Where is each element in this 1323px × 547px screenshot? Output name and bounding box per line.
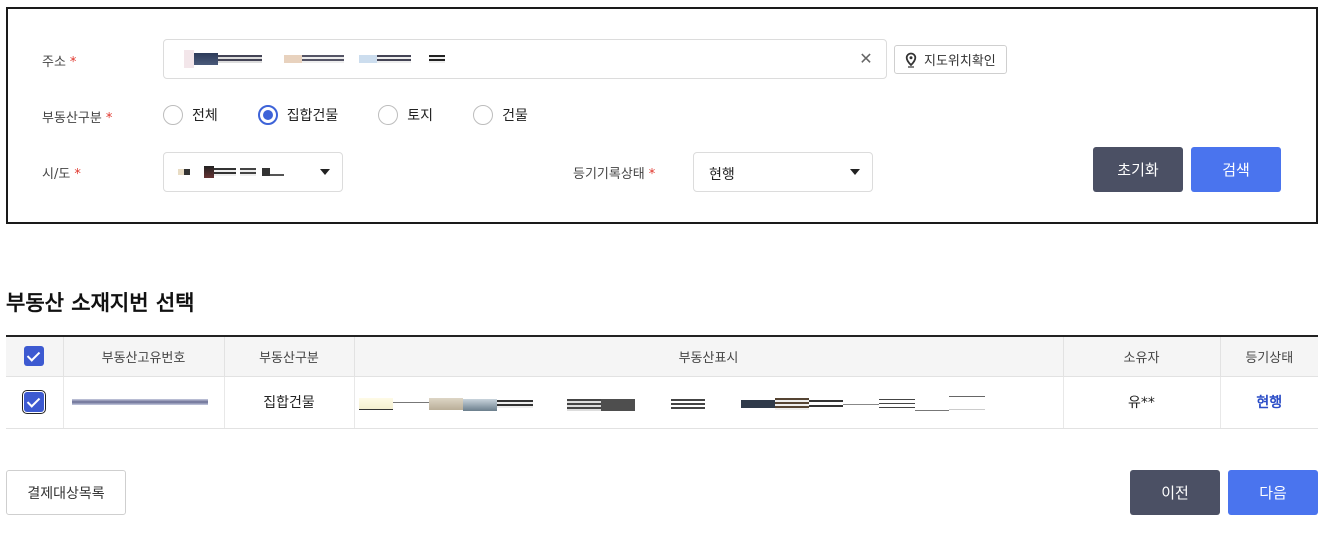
region-label: 시/도 * [42, 167, 81, 182]
property-type-cell: 집합건물 [224, 376, 355, 429]
column-header: 부동산표시 [354, 336, 1064, 377]
registry-status-cell: 현행 [1220, 376, 1318, 429]
table-header-row: 부동산고유번호 부동산구분 부동산표시 소유자 등기상태 [6, 336, 1318, 377]
property-type-label: 부동산구분 * [42, 111, 113, 126]
column-header: 부동산고유번호 [63, 336, 225, 377]
required-mark: * [74, 167, 81, 182]
owner-cell: 유** [1063, 376, 1221, 429]
table-row[interactable]: 집합건물 유** 현행 [6, 376, 1318, 429]
region-value-redacted [178, 163, 288, 181]
next-button[interactable]: 다음 [1228, 470, 1318, 515]
radio-circle[interactable] [473, 105, 494, 125]
address-input[interactable]: ✕ [163, 39, 887, 79]
clear-icon[interactable]: ✕ [856, 49, 876, 69]
address-label: 주소 * [42, 55, 77, 70]
prev-button[interactable]: 이전 [1130, 470, 1220, 515]
radio-circle[interactable] [378, 105, 399, 125]
search-panel: 주소 * ✕ 지도위치확인 부동산구분 * 전체 집합건물 토지 건물 시/도 … [6, 7, 1318, 224]
radio-circle-checked[interactable] [257, 105, 278, 125]
radio-circle[interactable] [163, 105, 183, 125]
required-mark: * [69, 55, 77, 70]
map-location-button[interactable]: 지도위치확인 [894, 45, 1007, 74]
payment-list-button[interactable]: 결제대상목록 [6, 470, 126, 515]
required-mark: * [105, 111, 113, 126]
property-display-redacted [358, 395, 985, 412]
registry-status-select[interactable]: 현행 [693, 152, 873, 192]
caret-down-icon [850, 169, 860, 175]
property-display-cell [354, 376, 1064, 429]
registry-status-label: 등기기록상태 * [573, 167, 656, 182]
registry-status-value: 현행 [709, 167, 735, 183]
address-value-redacted [184, 50, 454, 68]
column-header: 부동산구분 [224, 336, 355, 377]
location-pin-icon [905, 52, 917, 68]
reset-button[interactable]: 초기화 [1093, 147, 1183, 192]
header-checkbox-cell [6, 336, 64, 377]
region-select[interactable] [163, 152, 343, 192]
registry-status-link[interactable]: 현행 [1256, 395, 1282, 411]
required-mark: * [648, 167, 656, 182]
search-button[interactable]: 검색 [1191, 147, 1281, 192]
results-title: 부동산 소재지번 선택 [6, 291, 195, 315]
unique-number-redacted [71, 398, 208, 405]
unique-number-cell [63, 376, 225, 429]
map-button-label: 지도위치확인 [924, 54, 996, 69]
caret-down-icon [320, 169, 330, 175]
results-table: 부동산고유번호 부동산구분 부동산표시 소유자 등기상태 집합건물 유** 현행 [6, 335, 1318, 429]
radio-all[interactable]: 전체 [163, 105, 218, 125]
radio-building[interactable]: 건물 [473, 105, 528, 125]
radio-collective-building[interactable]: 집합건물 [257, 105, 338, 125]
column-header: 소유자 [1063, 336, 1221, 377]
column-header: 등기상태 [1220, 336, 1318, 377]
select-all-checkbox[interactable] [24, 346, 45, 367]
row-checkbox[interactable] [22, 390, 47, 414]
row-checkbox-cell [6, 376, 64, 429]
property-type-radio-group: 전체 집합건물 토지 건물 [163, 105, 568, 125]
radio-land[interactable]: 토지 [378, 105, 433, 125]
